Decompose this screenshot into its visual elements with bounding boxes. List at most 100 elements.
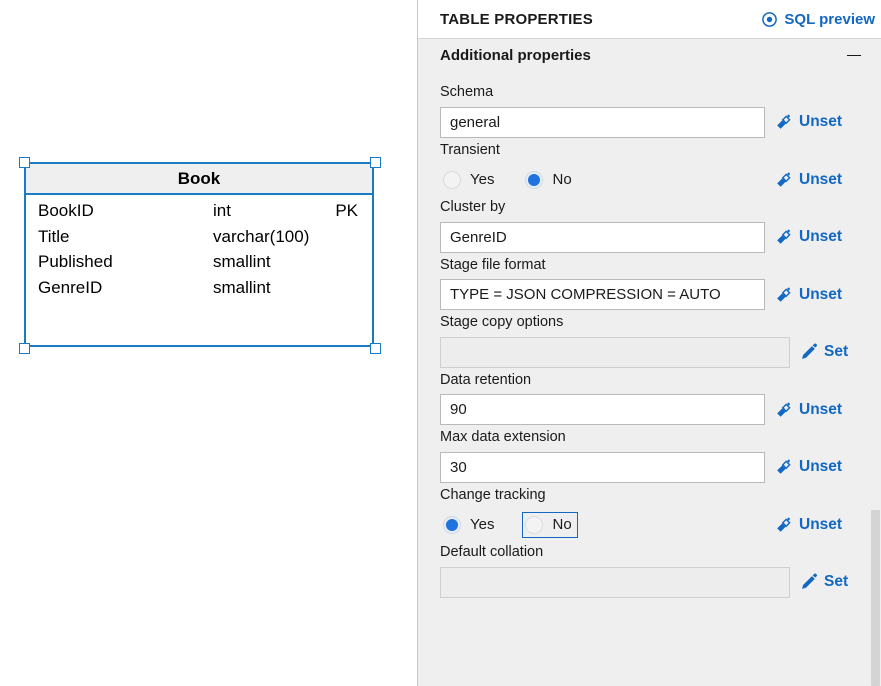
stage-copy-options-set-button[interactable]: Set xyxy=(800,343,848,361)
entity-column-row[interactable]: GenreID smallint xyxy=(38,278,362,304)
entity-title: Book xyxy=(177,168,221,188)
panel-scrollbar-thumb[interactable] xyxy=(871,510,880,686)
panel-scrollbar[interactable] xyxy=(869,40,881,686)
action-label: Set xyxy=(824,573,849,590)
column-name: BookID xyxy=(38,201,94,220)
transient-option-no[interactable]: No xyxy=(522,167,577,193)
eraser-icon xyxy=(775,171,793,189)
field-label: Stage copy options xyxy=(440,314,564,330)
radio-label: Yes xyxy=(470,171,495,188)
entity-table-book[interactable]: Book BookID int PK Title varchar(100) Pu… xyxy=(24,162,374,347)
action-label: Set xyxy=(824,343,849,360)
eraser-icon xyxy=(775,286,793,304)
field-label: Stage file format xyxy=(440,256,546,273)
schema-input[interactable]: general xyxy=(440,106,765,138)
eye-icon xyxy=(761,11,778,28)
field-data-retention: Data retention 90 Unset xyxy=(418,368,881,425)
field-schema: Schema general Unset xyxy=(418,80,881,138)
pencil-icon xyxy=(800,343,818,361)
entity-column-row[interactable]: BookID int PK xyxy=(38,201,362,227)
action-label: Unset xyxy=(799,515,843,533)
data-retention-input[interactable]: 90 xyxy=(440,394,765,425)
eraser-icon xyxy=(775,458,793,476)
transient-option-yes[interactable]: Yes xyxy=(440,167,500,193)
radio-label: No xyxy=(552,516,572,533)
resize-handle-bottom-left[interactable] xyxy=(19,343,30,354)
field-label: Transient xyxy=(440,141,500,158)
minus-icon[interactable] xyxy=(843,45,865,67)
sql-preview-label: SQL preview xyxy=(784,10,875,28)
stage-file-format-input[interactable]: TYPE = JSON COMPRESSION = AUTO xyxy=(440,279,765,310)
section-header-additional-properties[interactable]: Additional properties xyxy=(418,39,881,72)
column-type: smallint xyxy=(213,252,271,271)
resize-handle-bottom-right[interactable] xyxy=(370,343,381,354)
field-stage-file-format: Stage file format TYPE = JSON COMPRESSIO… xyxy=(418,253,881,310)
column-type: int xyxy=(213,201,231,220)
field-change-tracking: Change tracking Yes No Unset xyxy=(418,483,881,541)
eraser-icon xyxy=(775,516,793,534)
default-collation-set-button[interactable]: Set xyxy=(800,573,848,591)
cluster-by-input[interactable]: GenreID xyxy=(440,221,765,253)
entity-selection-wrapper[interactable]: Book BookID int PK Title varchar(100) Pu… xyxy=(19,157,381,354)
table-properties-panel: TABLE PROPERTIES SQL preview Additional … xyxy=(417,0,881,686)
field-cluster-by: Cluster by GenreID Unset xyxy=(418,195,881,253)
eraser-icon xyxy=(775,228,793,246)
panel-title: TABLE PROPERTIES xyxy=(440,10,593,28)
column-name: Title xyxy=(38,226,70,246)
stage-file-format-unset-button[interactable]: Unset xyxy=(775,286,842,304)
radio-icon-selected xyxy=(525,170,544,189)
entity-header: Book xyxy=(26,164,372,195)
eraser-icon xyxy=(775,401,793,419)
column-type: varchar(100) xyxy=(213,226,310,246)
field-label: Default collation xyxy=(440,544,544,560)
field-label: Max data extension xyxy=(440,429,566,445)
column-key: PK xyxy=(335,201,358,220)
max-data-extension-input[interactable]: 30 xyxy=(440,451,765,483)
resize-handle-top-right[interactable] xyxy=(370,157,381,168)
field-label: Data retention xyxy=(440,371,532,388)
action-label: Unset xyxy=(799,400,843,418)
radio-label: Yes xyxy=(470,516,495,533)
field-transient: Transient Yes No Unset xyxy=(418,138,881,196)
diagram-canvas[interactable]: Book BookID int PK Title varchar(100) Pu… xyxy=(0,0,417,686)
panel-body: Schema general Unset Transient Yes No Un… xyxy=(418,72,881,598)
app-root: Book BookID int PK Title varchar(100) Pu… xyxy=(0,0,881,686)
sql-preview-button[interactable]: SQL preview xyxy=(761,11,877,28)
transient-radio-group[interactable]: Yes No xyxy=(440,167,765,193)
change-tracking-option-yes[interactable]: Yes xyxy=(440,512,500,538)
field-default-collation: Default collation Set xyxy=(418,540,881,598)
radio-icon xyxy=(443,170,461,189)
change-tracking-radio-group[interactable]: Yes No xyxy=(440,511,765,538)
default-collation-input[interactable] xyxy=(440,566,790,598)
radio-icon-selected xyxy=(443,515,461,534)
data-retention-unset-button[interactable]: Unset xyxy=(775,401,842,419)
column-name: Published xyxy=(38,252,113,271)
max-data-extension-unset-button[interactable]: Unset xyxy=(775,458,842,476)
change-tracking-unset-button[interactable]: Unset xyxy=(775,516,842,534)
column-type: smallint xyxy=(213,277,271,297)
entity-column-row[interactable]: Title varchar(100) xyxy=(38,227,362,253)
action-label: Unset xyxy=(799,285,843,303)
radio-icon xyxy=(525,515,544,534)
eraser-icon xyxy=(775,113,793,131)
action-label: Unset xyxy=(799,458,843,475)
column-name: GenreID xyxy=(38,277,103,297)
schema-unset-button[interactable]: Unset xyxy=(775,113,842,131)
panel-titlebar: TABLE PROPERTIES SQL preview xyxy=(418,0,881,39)
change-tracking-option-no[interactable]: No xyxy=(522,511,578,538)
field-max-data-extension: Max data extension 30 Unset xyxy=(418,425,881,483)
action-label: Unset xyxy=(799,170,843,188)
field-stage-copy-options: Stage copy options Set xyxy=(418,310,881,368)
field-label: Cluster by xyxy=(440,199,506,215)
pencil-icon xyxy=(800,573,818,591)
transient-unset-button[interactable]: Unset xyxy=(775,171,842,189)
section-title: Additional properties xyxy=(440,47,591,64)
action-label: Unset xyxy=(799,228,843,245)
resize-handle-top-left[interactable] xyxy=(19,157,30,168)
entity-column-row[interactable]: Published smallint xyxy=(38,252,362,278)
entity-columns: BookID int PK Title varchar(100) Publish… xyxy=(26,195,372,303)
stage-copy-options-input[interactable] xyxy=(440,336,790,368)
field-label: Change tracking xyxy=(440,486,546,503)
cluster-by-unset-button[interactable]: Unset xyxy=(775,228,842,246)
field-label: Schema xyxy=(440,84,494,100)
